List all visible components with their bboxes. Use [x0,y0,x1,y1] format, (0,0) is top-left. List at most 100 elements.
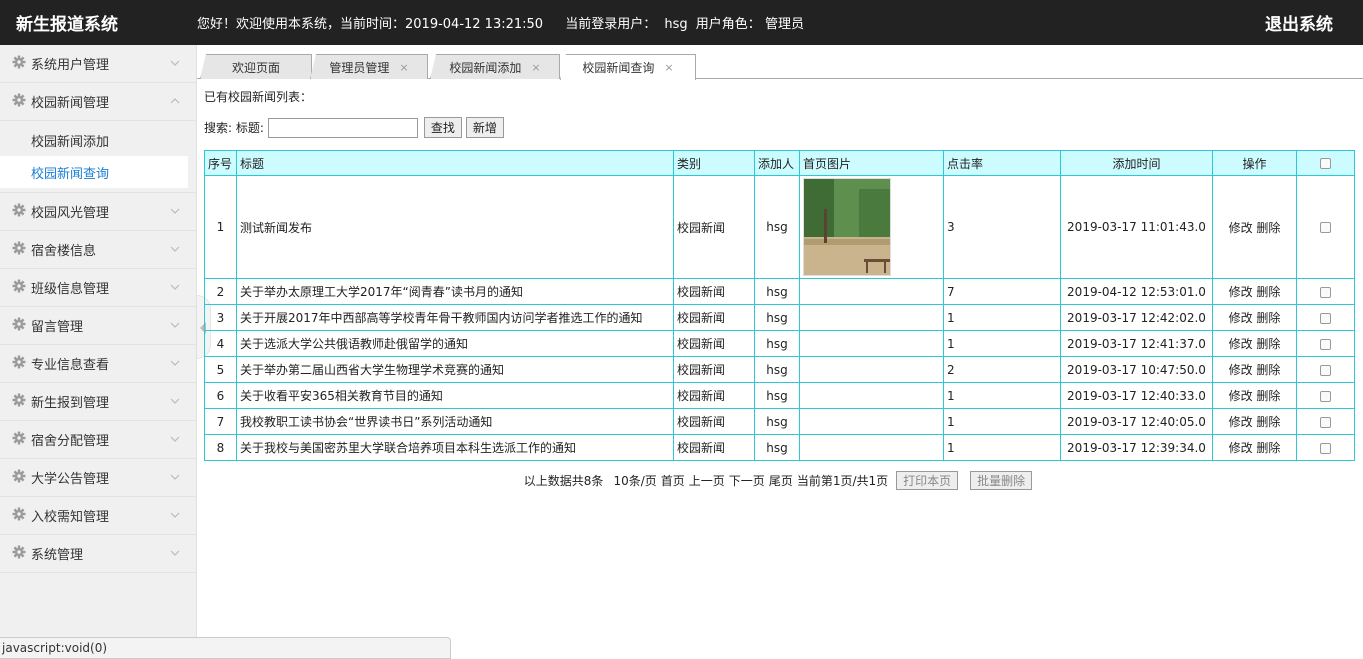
cell-no: 8 [204,434,237,461]
delete-link[interactable]: 删除 [1256,221,1280,235]
cell-image [799,175,944,279]
search-label: 搜索: 标题: [204,121,264,135]
sidebar-group-label: 留言管理 [31,320,84,335]
pager-last[interactable]: 尾页 [769,472,793,489]
row-checkbox[interactable] [1320,416,1331,428]
cell-select [1296,330,1355,357]
tab-1[interactable]: 管理员管理 × [310,54,428,79]
cell-no: 1 [204,175,237,279]
tab-label: 管理员管理 [329,60,390,75]
cell-image [799,434,944,461]
cell-time: 2019-03-17 12:40:05.0 [1060,408,1213,435]
main-content: 已有校园新闻列表： 搜索: 标题: 查找 新增 序号 标题 类别 添加人 首页图… [204,88,1356,490]
sidebar-group-9[interactable]: 大学公告管理 [0,459,196,497]
delete-link[interactable]: 删除 [1256,389,1280,403]
row-checkbox[interactable] [1320,338,1331,350]
row-checkbox[interactable] [1320,442,1331,454]
select-all-checkbox[interactable] [1320,158,1331,169]
delete-link[interactable]: 删除 [1256,415,1280,429]
edit-link[interactable]: 修改 [1229,389,1253,403]
sidebar-group-4[interactable]: 班级信息管理 [0,269,196,307]
sidebar-group-2[interactable]: 校园风光管理 [0,193,196,231]
batch-delete-button[interactable]: 批量删除 [970,471,1033,490]
row-checkbox[interactable] [1320,222,1331,233]
delete-link[interactable]: 删除 [1256,441,1280,455]
pager-prev[interactable]: 上一页 [689,472,725,489]
cell-category: 校园新闻 [673,434,755,461]
table-row: 3 关于开展2017年中西部高等学校青年骨干教师国内访问学者推选工作的通知 校园新闻… [204,304,1355,331]
search-button[interactable]: 查找 [423,117,462,138]
sidebar-group-7[interactable]: 新生报到管理 [0,383,196,421]
user-name: hsg [664,17,688,32]
tab-label: 欢迎页面 [231,60,280,75]
sidebar-subitem-1-0[interactable]: 校园新闻添加 [0,124,196,156]
pager-next[interactable]: 下一页 [729,472,765,489]
delete-link[interactable]: 删除 [1256,285,1280,299]
delete-link[interactable]: 删除 [1256,337,1280,351]
pager-first[interactable]: 首页 [661,472,685,489]
edit-link[interactable]: 修改 [1229,311,1253,325]
cell-select [1296,434,1355,461]
gear-icon [12,469,31,487]
sidebar-group-10[interactable]: 入校需知管理 [0,497,196,535]
sidebar: 系统用户管理 校园新闻管理 校园新闻添加 校园新闻查询校园风光管理宿舍楼信息班级信息管… [0,45,197,659]
add-button[interactable]: 新增 [465,117,504,138]
row-checkbox[interactable] [1320,286,1331,298]
sidebar-group-label: 宿舍楼信息 [31,244,97,259]
row-checkbox[interactable] [1320,390,1331,402]
edit-link[interactable]: 修改 [1229,363,1253,377]
title-search-input[interactable] [267,117,418,138]
role-name: 管理员 [764,17,804,32]
cell-author: hsg [754,304,800,331]
sidebar-group-0[interactable]: 系统用户管理 [0,45,196,83]
col-header-no: 序号 [204,150,237,176]
close-icon[interactable]: × [531,61,540,74]
delete-link[interactable]: 删除 [1256,363,1280,377]
tab-2[interactable]: 校园新闻添加 × [430,54,560,79]
cell-image [799,356,944,383]
edit-link[interactable]: 修改 [1229,221,1253,235]
cell-category: 校园新闻 [673,175,755,279]
sidebar-group-6[interactable]: 专业信息查看 [0,345,196,383]
edit-link[interactable]: 修改 [1229,441,1253,455]
tab-3[interactable]: 校园新闻查询 × [560,54,696,80]
cell-select [1296,408,1355,435]
user-label: 当前登录用户： [565,17,657,32]
cell-actions: 修改 删除 [1212,382,1297,409]
col-header-clicks: 点击率 [943,150,1061,176]
edit-link[interactable]: 修改 [1229,285,1253,299]
cell-category: 校园新闻 [673,408,755,435]
cell-time: 2019-03-17 12:42:02.0 [1060,304,1213,331]
cell-title: 测试新闻发布 [236,175,674,279]
delete-link[interactable]: 删除 [1256,311,1280,325]
gear-icon [12,393,31,411]
close-icon[interactable]: × [664,61,673,74]
cell-time: 2019-03-17 12:39:34.0 [1060,434,1213,461]
edit-link[interactable]: 修改 [1229,337,1253,351]
close-icon[interactable]: × [399,61,408,74]
sidebar-subitem-1-1[interactable]: 校园新闻查询 [0,156,188,188]
sidebar-group-label: 入校需知管理 [31,510,110,525]
welcome-info: 您好！欢迎使用本系统，当前时间：2019-04-12 13:21:50 当前登录… [197,13,808,32]
gear-icon [12,241,31,259]
cell-clicks: 1 [943,304,1061,331]
tab-0[interactable]: 欢迎页面 [200,54,312,79]
cell-category: 校园新闻 [673,278,755,305]
sidebar-group-1[interactable]: 校园新闻管理 [0,83,196,121]
col-header-author: 添加人 [754,150,800,176]
row-checkbox[interactable] [1320,312,1331,324]
sidebar-group-3[interactable]: 宿舍楼信息 [0,231,196,269]
col-header-title: 标题 [236,150,674,176]
cell-time: 2019-04-12 12:53:01.0 [1060,278,1213,305]
edit-link[interactable]: 修改 [1229,415,1253,429]
sidebar-group-8[interactable]: 宿舍分配管理 [0,421,196,459]
table-row: 2 关于举办太原理工大学2017年“阅青春”读书月的通知 校园新闻 hsg 7 2019-… [204,278,1355,305]
print-page-button[interactable]: 打印本页 [896,471,959,490]
cell-title: 关于举办太原理工大学2017年“阅青春”读书月的通知 [236,278,674,305]
row-checkbox[interactable] [1320,364,1331,376]
sidebar-group-11[interactable]: 系统管理 [0,535,196,573]
cell-category: 校园新闻 [673,304,755,331]
sidebar-group-5[interactable]: 留言管理 [0,307,196,345]
cell-select [1296,175,1355,279]
logout-button[interactable]: 退出系统 [1265,10,1333,35]
